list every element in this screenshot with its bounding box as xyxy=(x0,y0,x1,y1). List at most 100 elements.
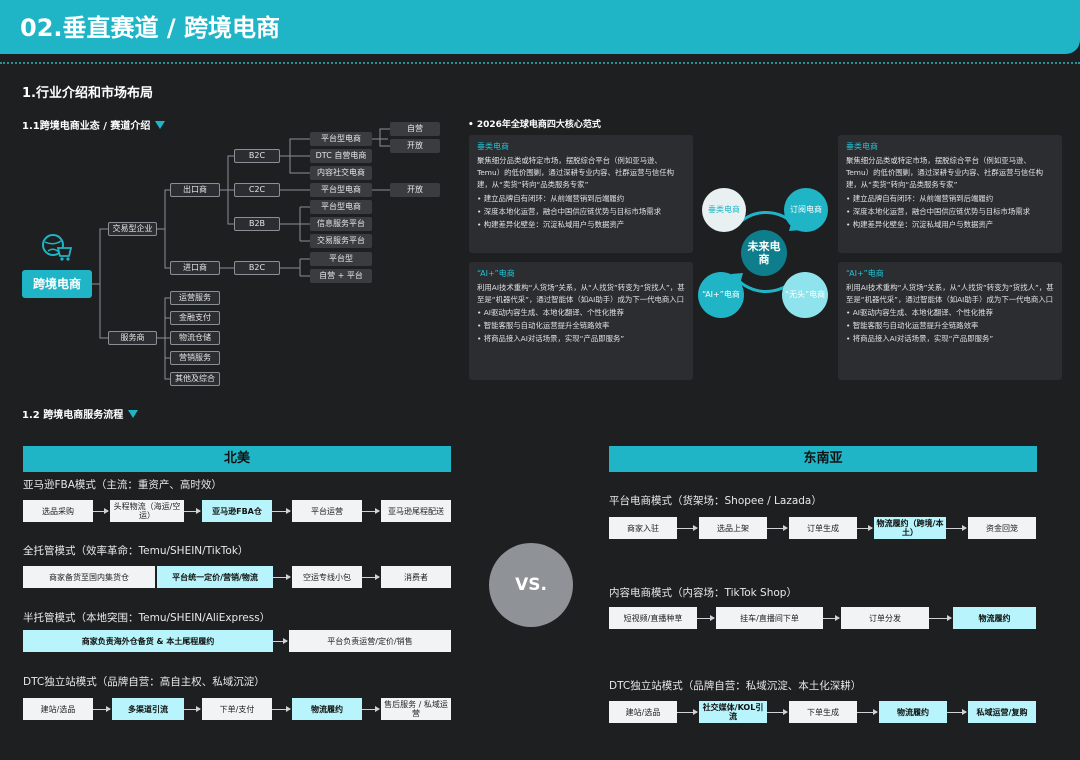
arrow xyxy=(767,709,788,715)
triangle-down-icon xyxy=(128,410,139,418)
na-fba-step-4: 平台运营 xyxy=(292,500,362,522)
sea-mode-dtc: DTC独立站模式（品牌自营：私域沉淀、本土化深耕） xyxy=(609,680,862,692)
na-mode-semi-custody: 半托管模式（本地突围：Temu/SHEIN/AliExpress） xyxy=(23,612,271,624)
arrow xyxy=(272,706,291,712)
tree-node-c2c-open: 开放 xyxy=(390,183,440,197)
arrow xyxy=(946,525,967,531)
tree-node-service-logistics: 物流仓储 xyxy=(170,331,220,345)
arrow xyxy=(767,525,788,531)
na-dtc-step-4: 物流履约 xyxy=(292,698,362,720)
sea-platform-step-4: 物流履约（跨境/本土） xyxy=(874,517,946,539)
tree-node-dtc: DTC 自营电商 xyxy=(310,149,372,163)
na-dtc-step-2: 多渠道引流 xyxy=(112,698,184,720)
tree-node-service-marketing: 营销服务 xyxy=(170,351,220,365)
tree-node-trade: 交易型企业 xyxy=(108,222,157,236)
region-north-america: 北美 xyxy=(23,446,451,472)
arrow xyxy=(93,508,109,514)
tree-node-export: 出口商 xyxy=(170,183,220,197)
na-semi-step-1: 商家负责海外仓备货 & 本土尾程履约 xyxy=(23,630,273,652)
arrow xyxy=(362,706,380,712)
sea-content-step-1: 短视频/直播种草 xyxy=(609,607,697,629)
sea-content-step-2: 挂车/直播间下单 xyxy=(716,607,823,629)
tree-node-service: 服务商 xyxy=(108,331,157,345)
na-mode-full-custody: 全托管模式（效率革命：Temu/SHEIN/TikTok） xyxy=(23,545,249,557)
paradigm-card-vertical-left: 垂类电商 聚焦细分品类或特定市场，摆脱综合平台（例如亚马逊、Temu）的低价围剿… xyxy=(469,135,693,253)
tree-node-content-social: 内容社交电商 xyxy=(310,166,372,180)
sea-dtc-step-2: 社交媒体/KOL引流 xyxy=(699,701,767,723)
sea-mode-platform: 平台电商模式（货架场：Shopee / Lazada） xyxy=(609,495,822,507)
arrow xyxy=(362,508,380,514)
tree-node-open: 开放 xyxy=(390,139,440,153)
sea-content-step-3: 订单分发 xyxy=(841,607,929,629)
arrow xyxy=(273,638,288,644)
tree-root: 跨境电商 xyxy=(22,270,92,298)
arrow xyxy=(697,615,715,621)
tree-node-service-ops: 运营服务 xyxy=(170,291,220,305)
na-mode-fba: 亚马逊FBA模式（主流：重资产、高时效） xyxy=(23,479,222,491)
na-fba-step-5: 亚马逊尾程配送 xyxy=(381,500,451,522)
globe-cart-icon xyxy=(42,234,73,261)
paradigm-card-ai-left: “AI+”电商 利用AI技术重构“人货场”关系，从“人找货”转变为“货找人”，甚… xyxy=(469,262,693,380)
tree-node-b2c-import: B2C xyxy=(234,261,280,275)
region-southeast-asia: 东南亚 xyxy=(609,446,1037,472)
arrow xyxy=(184,706,201,712)
na-full-step-3: 空运专线小包 xyxy=(292,566,362,588)
tree-node-c2c-platform: 平台型电商 xyxy=(310,183,372,197)
arrow xyxy=(857,709,878,715)
sea-dtc-step-3: 下单生成 xyxy=(789,701,857,723)
arrow xyxy=(823,615,840,621)
na-fba-step-1: 选品采购 xyxy=(23,500,93,522)
paradigm-title: • 2026年全球电商四大核心范式 xyxy=(468,120,601,130)
sea-content-step-4: 物流履约 xyxy=(953,607,1036,629)
arrow xyxy=(272,508,291,514)
paradigm-card-ai-right: “AI+”电商 利用AI技术重构“人货场”关系，从“人找货”转变为“货找人”，甚… xyxy=(838,262,1062,380)
tree-node-platform: 平台型电商 xyxy=(310,132,372,146)
tree-node-c2c: C2C xyxy=(234,183,280,197)
tree-node-import-mixed: 自营 + 平台 xyxy=(310,269,372,283)
tree-node-b2b-trade: 交易服务平台 xyxy=(310,234,372,248)
arrow xyxy=(93,706,111,712)
tree-node-b2c: B2C xyxy=(234,149,280,163)
tree-node-import-platform: 平台型 xyxy=(310,252,372,266)
tree-node-service-other: 其他及综合 xyxy=(170,372,220,386)
tree-connectors xyxy=(92,128,390,380)
na-semi-step-2: 平台负责运营/定价/销售 xyxy=(289,630,451,652)
tree-node-b2b-info: 信息服务平台 xyxy=(310,217,372,231)
sea-dtc-step-4: 物流履约 xyxy=(879,701,947,723)
tree-node-service-finance: 金融支付 xyxy=(170,311,220,325)
circle-subscription-ecommerce: 订阅电商 xyxy=(784,188,828,232)
arrow xyxy=(929,615,952,621)
na-mode-dtc: DTC独立站模式（品牌自营：高自主权、私域沉淀） xyxy=(23,676,265,688)
circle-future-ecommerce: 未来电商 xyxy=(741,230,787,276)
sea-platform-step-5: 资金回笼 xyxy=(968,517,1036,539)
na-dtc-step-5: 售后服务 / 私域运营 xyxy=(381,698,451,720)
circle-ai-ecommerce: “AI+”电商 xyxy=(698,272,744,318)
sea-mode-content: 内容电商模式（内容场：TikTok Shop） xyxy=(609,587,797,599)
na-full-step-2: 平台统一定价/营销/物流 xyxy=(157,566,273,588)
circle-vertical-ecommerce: 垂类电商 xyxy=(702,188,746,232)
arrow xyxy=(857,525,873,531)
sea-platform-step-3: 订单生成 xyxy=(789,517,857,539)
vs-badge: VS. xyxy=(489,543,573,627)
tree-node-import: 进口商 xyxy=(170,261,220,275)
na-dtc-step-1: 建站/选品 xyxy=(23,698,93,720)
circle-headless-ecommerce: “无头”电商 xyxy=(782,272,828,318)
arrow xyxy=(184,508,201,514)
subsection-title-2: 1.2 跨境电商服务流程 xyxy=(22,406,139,421)
arrow xyxy=(362,574,380,580)
na-fba-step-2: 头程物流（海运/空运） xyxy=(110,500,184,522)
na-full-step-4: 消费者 xyxy=(381,566,451,588)
sea-dtc-step-5: 私域运营/复购 xyxy=(968,701,1036,723)
tree-node-b2b: B2B xyxy=(234,217,280,231)
na-dtc-step-3: 下单/支付 xyxy=(202,698,272,720)
arrow xyxy=(677,525,698,531)
paradigm-card-vertical-right: 垂类电商 聚焦细分品类或特定市场，摆脱综合平台（例如亚马逊、Temu）的低价围剿… xyxy=(838,135,1062,253)
na-fba-step-3: 亚马逊FBA仓 xyxy=(202,500,272,522)
tree-node-b2b-platform: 平台型电商 xyxy=(310,200,372,214)
sea-dtc-step-1: 建站/选品 xyxy=(609,701,677,723)
sea-platform-step-1: 商家入驻 xyxy=(609,517,677,539)
na-full-step-1: 商家备货至国内集货仓 xyxy=(23,566,155,588)
arrow xyxy=(677,709,698,715)
sea-platform-step-2: 选品上架 xyxy=(699,517,767,539)
arrow xyxy=(273,574,291,580)
